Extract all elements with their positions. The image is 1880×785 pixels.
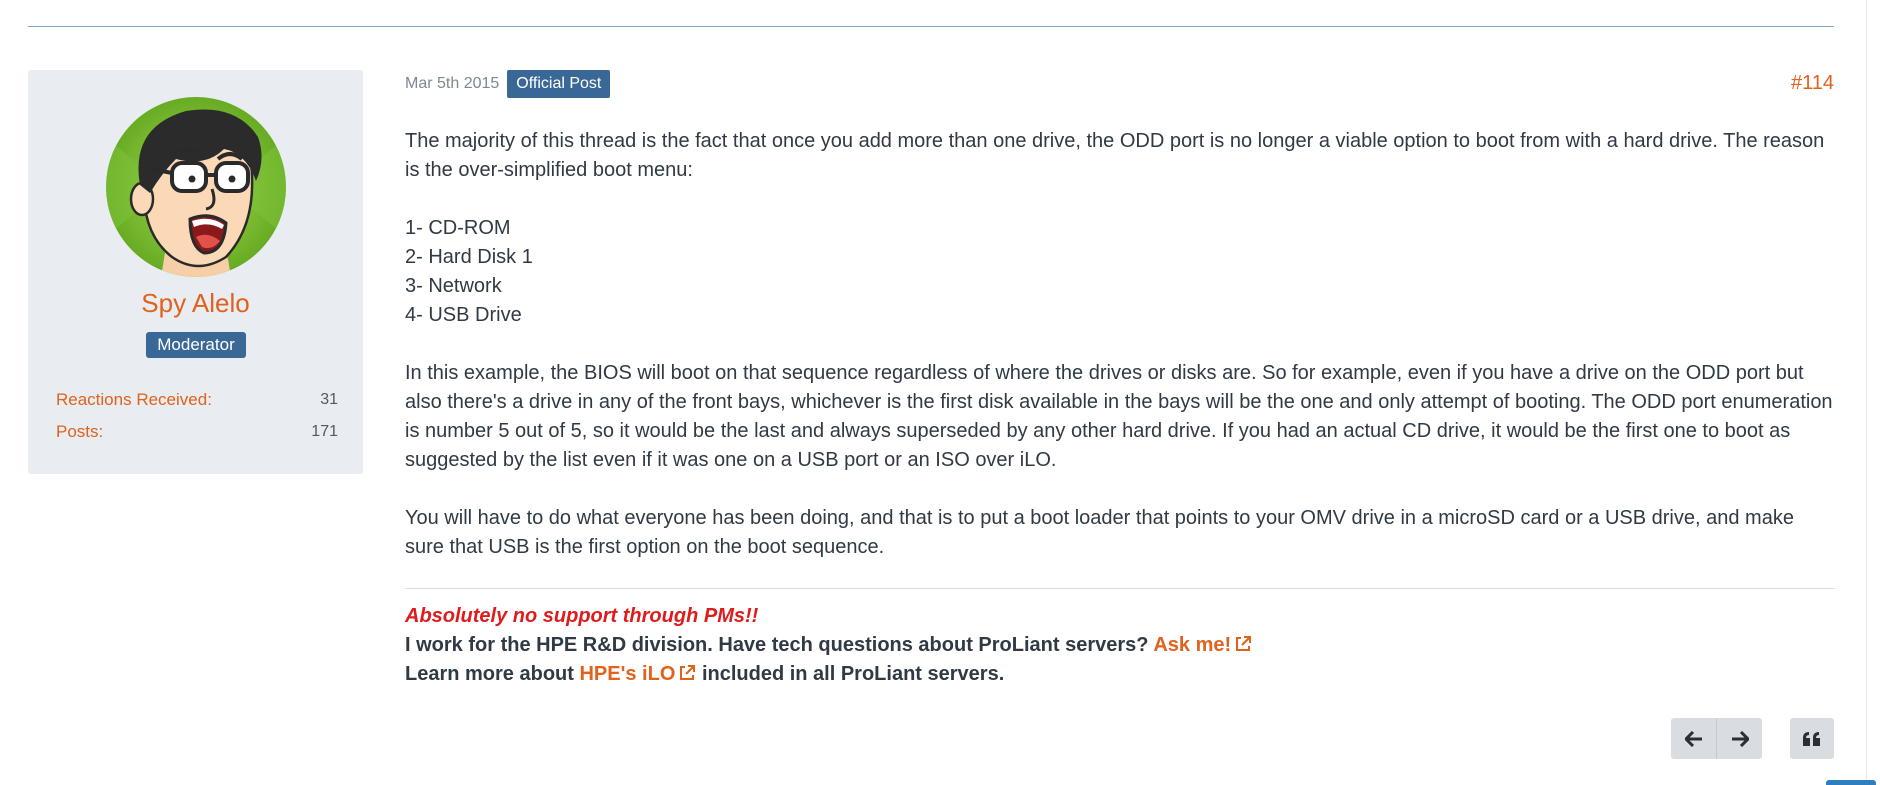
arrow-right-icon: [1731, 730, 1749, 747]
author-sidebar: Spy Alelo Moderator Reactions Received: …: [28, 70, 363, 474]
arrow-left-icon: [1684, 730, 1702, 747]
signature-warning: Absolutely no support through PMs!!: [405, 605, 759, 627]
stat-posts: Posts: 171: [56, 420, 338, 444]
post-separator: [28, 26, 1834, 27]
forum-post-page: Spy Alelo Moderator Reactions Received: …: [0, 0, 1880, 785]
next-post-button[interactable]: [1716, 718, 1762, 759]
post-paragraph: The majority of this thread is the fact …: [405, 130, 1825, 181]
post-navigation: [1671, 718, 1762, 759]
post-meta: Mar 5th 2015 Official Post: [405, 70, 611, 98]
author-name[interactable]: Spy Alelo: [28, 288, 363, 319]
hpe-ilo-link-label: HPE's iLO: [579, 663, 676, 685]
stat-value: 31: [320, 391, 338, 408]
stat-label[interactable]: Posts:: [56, 420, 103, 444]
official-post-badge: Official Post: [507, 70, 611, 98]
post-paragraph: In this example, the BIOS will boot on t…: [405, 362, 1833, 471]
ask-me-link-label: Ask me!: [1153, 634, 1232, 656]
author-avatar[interactable]: [106, 97, 286, 277]
external-link-icon: [680, 665, 696, 680]
scroll-to-top-tab[interactable]: [1826, 780, 1876, 785]
ask-me-link[interactable]: Ask me!: [1153, 634, 1252, 656]
post-paragraph: You will have to do what everyone has be…: [405, 507, 1794, 558]
signature: Absolutely no support through PMs!! I wo…: [405, 602, 1835, 689]
quote-button[interactable]: [1790, 718, 1834, 759]
stat-label[interactable]: Reactions Received:: [56, 388, 212, 412]
signature-text: Learn more about: [405, 663, 574, 685]
quote-icon: [1803, 731, 1820, 746]
signature-text: included in all ProLiant servers.: [701, 663, 1005, 685]
signature-text: I work for the HPE R&D division. Have te…: [405, 634, 1149, 656]
boot-order-list: 1- CD-ROM 2- Hard Disk 1 3- Network 4- U…: [405, 214, 1835, 330]
list-item: 1- CD-ROM: [405, 217, 511, 239]
list-item: 3- Network: [405, 275, 502, 297]
cartoon-face-avatar-icon: [106, 97, 286, 277]
post-date[interactable]: Mar 5th 2015: [405, 75, 499, 93]
list-item: 4- USB Drive: [405, 304, 522, 326]
list-item: 2- Hard Disk 1: [405, 246, 533, 268]
signature-line-rnd: I work for the HPE R&D division. Have te…: [405, 631, 1835, 660]
scrollbar-track[interactable]: [1866, 0, 1867, 785]
previous-post-button[interactable]: [1671, 718, 1716, 759]
external-link-icon: [1236, 636, 1252, 651]
stat-reactions-received: Reactions Received: 31: [56, 388, 338, 412]
signature-divider: [405, 588, 1835, 589]
signature-line-ilo: Learn more about HPE's iLO included in a…: [405, 660, 1835, 689]
post-content: The majority of this thread is the fact …: [405, 127, 1835, 591]
stat-value: 171: [311, 423, 338, 440]
author-role-badge: Moderator: [146, 332, 246, 358]
hpe-ilo-link[interactable]: HPE's iLO: [579, 663, 696, 685]
post-permalink[interactable]: #114: [1791, 72, 1834, 95]
